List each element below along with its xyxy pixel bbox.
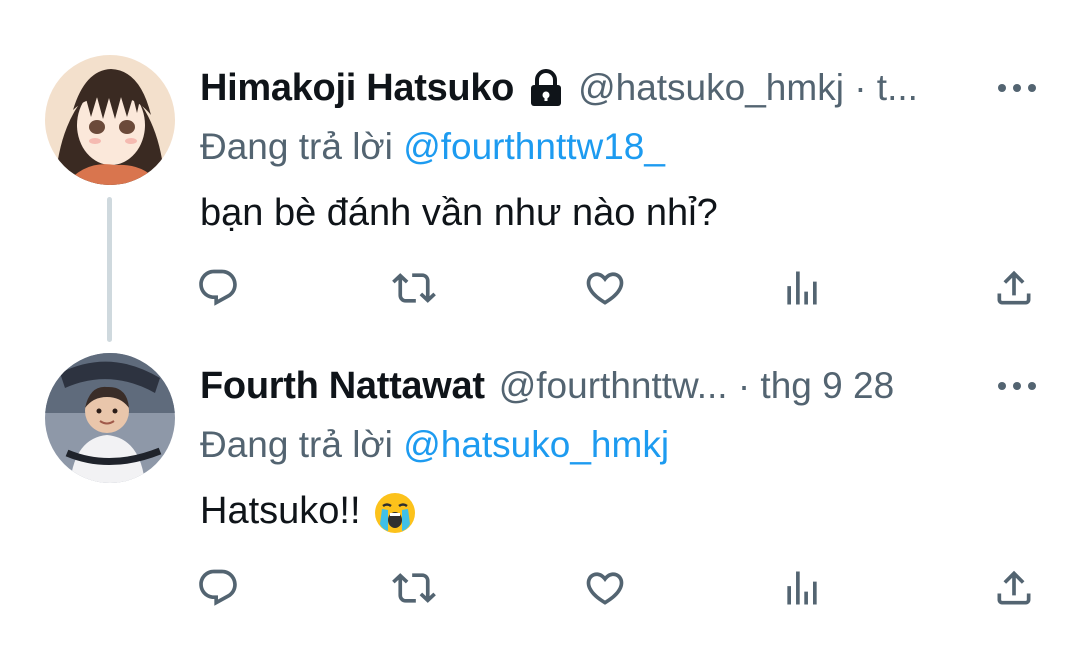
lock-icon [528,68,564,108]
tweet-text-content: Hatsuko!! [200,490,361,532]
action-bar [0,263,1080,313]
share-icon[interactable] [989,263,1039,313]
tweet[interactable]: Fourth Nattawat @fourthnttw... · thg 9 2… [0,330,1080,651]
reply-icon[interactable] [193,263,243,313]
loudly-crying-face-emoji-icon [373,491,417,535]
more-options-icon[interactable] [998,381,1036,391]
like-icon[interactable] [580,563,630,613]
retweet-icon[interactable] [389,563,439,613]
retweet-icon[interactable] [389,263,439,313]
replying-to: Đang trả lời @fourthnttw18_ [200,126,665,168]
action-bar [0,563,1080,613]
handle-and-time[interactable]: @hatsuko_hmkj · t... [578,67,918,109]
replying-prefix: Đang trả lời [200,126,393,167]
avatar[interactable] [45,55,175,185]
tweet-header: Fourth Nattawat @fourthnttw... · thg 9 2… [200,361,960,411]
display-name[interactable]: Fourth Nattawat [200,365,485,408]
reply-icon[interactable] [193,563,243,613]
replying-to: Đang trả lời @hatsuko_hmkj [200,424,669,466]
tweet-text: Hatsuko!! [200,490,417,535]
replying-prefix: Đang trả lời [200,424,393,465]
mention-link[interactable]: @hatsuko_hmkj [403,424,669,465]
display-name[interactable]: Himakoji Hatsuko [200,67,514,110]
like-icon[interactable] [580,263,630,313]
tweet-header: Himakoji Hatsuko @hatsuko_hmkj · t... [200,63,960,113]
mention-link[interactable]: @fourthnttw18_ [403,126,665,167]
more-options-icon[interactable] [998,83,1036,93]
avatar[interactable] [45,353,175,483]
tweet[interactable]: Himakoji Hatsuko @hatsuko_hmkj · t... Đa… [0,0,1080,342]
share-icon[interactable] [989,563,1039,613]
analytics-icon[interactable] [777,263,827,313]
handle-and-time[interactable]: @fourthnttw... · thg 9 28 [499,365,894,407]
analytics-icon[interactable] [777,563,827,613]
tweet-text: bạn bè đánh vần như nào nhỉ? [200,192,718,234]
